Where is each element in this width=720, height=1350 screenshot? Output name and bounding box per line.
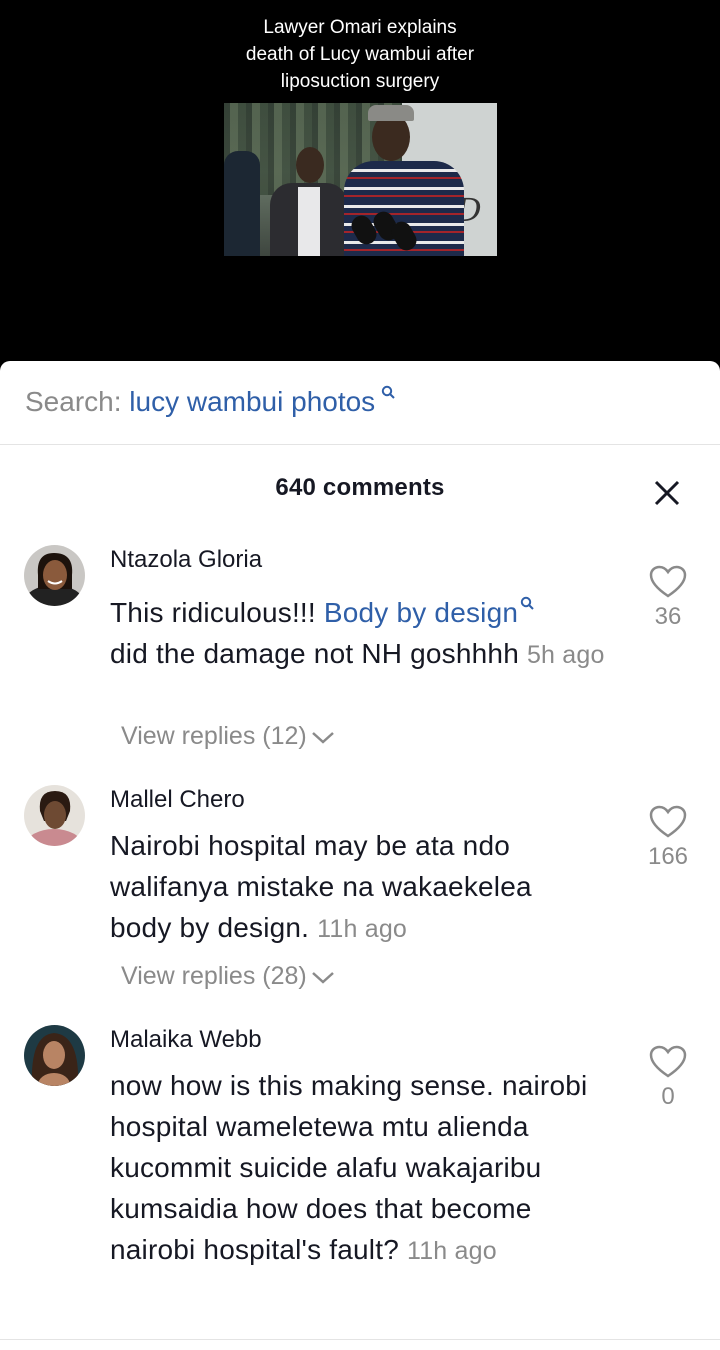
search-suggestion-bar[interactable]: Search: lucy wambui photos [0, 361, 720, 445]
comment-username[interactable]: Ntazola Gloria [110, 546, 262, 574]
video-caption: Lawyer Omari explains death of Lucy wamb… [0, 14, 720, 95]
heart-icon [640, 805, 696, 839]
comment-timestamp: 11h ago [406, 1237, 497, 1265]
avatar[interactable] [24, 1025, 85, 1086]
caption-line-3: liposuction surgery [280, 71, 440, 92]
like-button[interactable]: 36 [640, 565, 696, 631]
like-count: 166 [647, 843, 689, 870]
comments-count: 640 comments [275, 474, 445, 501]
view-replies-button[interactable]: View replies (12) [121, 722, 335, 752]
comment-timestamp: 5h ago [526, 641, 605, 669]
video-frame-image: D [224, 103, 497, 256]
video-player[interactable]: Lawyer Omari explains death of Lucy wamb… [0, 0, 720, 375]
search-query[interactable]: lucy wambui photos [129, 386, 375, 417]
chevron-down-icon [311, 963, 335, 992]
comment-username[interactable]: Malaika Webb [110, 1026, 262, 1054]
avatar[interactable] [24, 545, 85, 606]
search-icon [520, 596, 534, 614]
avatar[interactable] [24, 785, 85, 846]
search-icon [377, 385, 396, 403]
divider [0, 1339, 720, 1340]
comment-text: Nairobi hospital may be ata ndo walifany… [110, 830, 532, 943]
like-count: 0 [661, 1083, 675, 1110]
search-prefix: Search: [25, 386, 130, 417]
like-button[interactable]: 166 [640, 805, 696, 871]
caption-line-2: death of Lucy wambui after [245, 44, 475, 65]
comments-sheet: Search: lucy wambui photos 640 comments … [0, 361, 720, 1350]
like-count: 36 [654, 603, 682, 630]
search-link[interactable]: Body by design [324, 597, 518, 628]
comment-text: This ridiculous!!! Body by design did the… [110, 596, 605, 669]
chevron-down-icon [311, 723, 335, 752]
close-icon[interactable] [650, 476, 684, 510]
comment-text: now how is this making sense. nairobi ho… [110, 1070, 588, 1265]
comment-username[interactable]: Mallel Chero [110, 786, 245, 814]
like-button[interactable]: 0 [640, 1045, 696, 1111]
view-replies-button[interactable]: View replies (28) [121, 962, 335, 992]
caption-line-1: Lawyer Omari explains [263, 17, 457, 38]
heart-icon [640, 565, 696, 599]
comment-timestamp: 11h ago [317, 915, 408, 943]
heart-icon [640, 1045, 696, 1079]
